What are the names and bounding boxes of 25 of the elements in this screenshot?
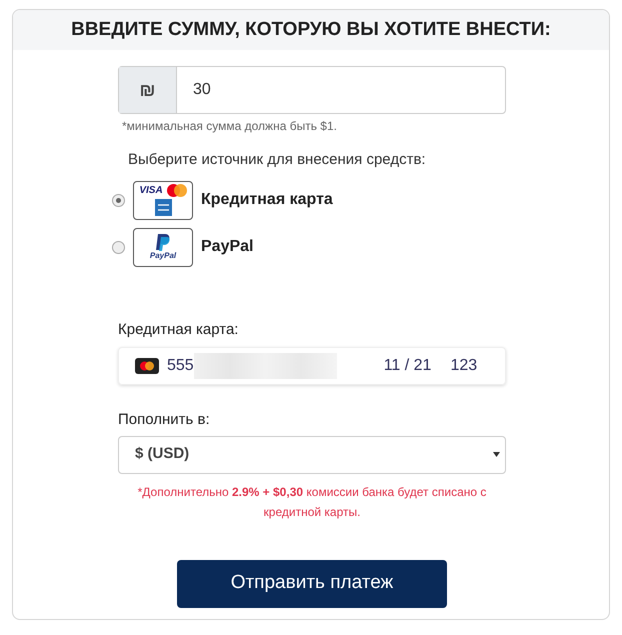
option-label: PayPal xyxy=(201,237,254,257)
currency-select[interactable]: $ (USD) xyxy=(118,436,506,474)
radio-button[interactable] xyxy=(112,194,125,206)
option-label: Кредитная карта xyxy=(201,190,333,210)
fee-note: *Дополнительно 2.9% + $0,30 комиссии банка будет списано с кредитной карты. xyxy=(136,484,488,520)
card-input-field[interactable]: 555 11 / 21 123 xyxy=(118,347,506,385)
caret-icon xyxy=(493,452,500,457)
logo-text: VISA xyxy=(139,186,163,196)
submit-button[interactable]: Отправить платеж xyxy=(177,560,447,608)
card-label: Кредитная карта: xyxy=(118,320,240,340)
amount-hint: *минимальная сумма должна быть $1. xyxy=(122,118,338,135)
card-expiry: 11 / 21 xyxy=(384,356,432,376)
page-title: ВВЕДИТЕ СУММУ, КОТОРУЮ ВЫ ХОТИТЕ ВНЕСТИ: xyxy=(71,18,551,42)
card-number: 555 xyxy=(167,356,194,376)
logo-text: PayPal xyxy=(150,252,176,260)
paypal-icon xyxy=(155,234,171,252)
currency-symbol: ₪ xyxy=(119,67,177,113)
mastercard-icon xyxy=(135,358,159,374)
mastercard-icon xyxy=(166,184,187,197)
amount-field[interactable]: ₪ 30 xyxy=(118,66,506,114)
source-label: Выберите источник для внесения средств: xyxy=(128,150,427,170)
amount-value: 30 xyxy=(192,80,211,100)
deposit-label: Пополнить в: xyxy=(118,410,211,430)
radio-button[interactable] xyxy=(112,240,125,254)
card-cvc: 123 xyxy=(450,356,478,376)
